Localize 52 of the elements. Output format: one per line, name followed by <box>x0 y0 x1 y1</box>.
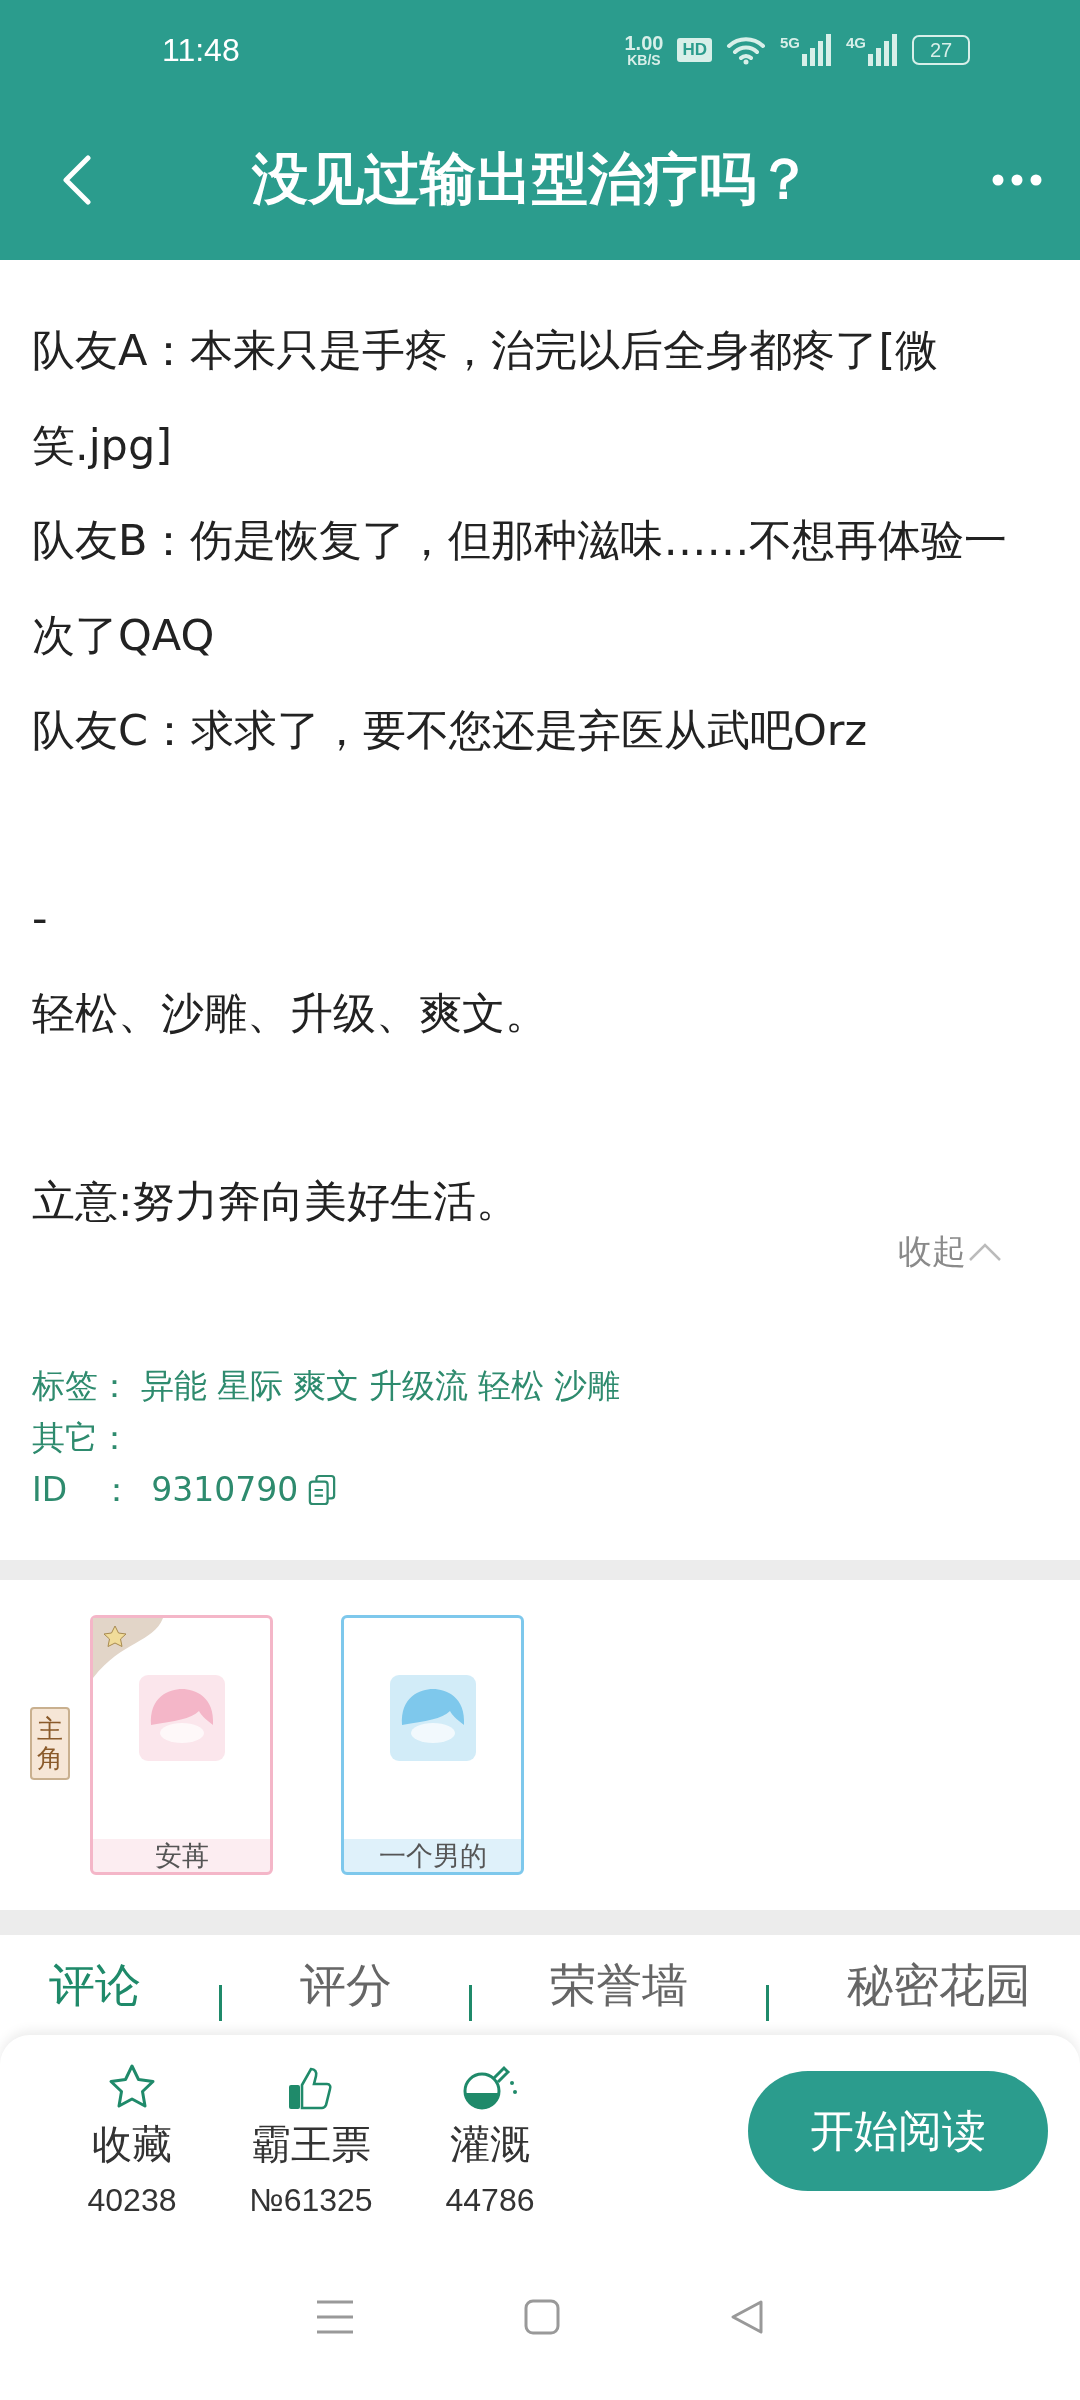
synopsis-paragraph: 立意:努力奔向美好生活。 <box>32 1175 521 1228</box>
tag-link[interactable]: 沙雕 <box>554 1363 620 1409</box>
character-name: 安苒 <box>93 1839 270 1872</box>
avatar-icon <box>389 1675 476 1761</box>
stat-label: 霸王票 <box>251 2120 371 2169</box>
more-icon[interactable] <box>992 174 1042 186</box>
other-label: 其它： <box>32 1417 131 1459</box>
network-label: 4G <box>846 34 866 51</box>
section-tab[interactable]: 评分 <box>299 1955 392 2017</box>
status-time: 11:48 <box>162 31 240 69</box>
book-title: 没见过输出型治疗吗？ <box>250 145 813 213</box>
synopsis-paragraph: - <box>32 892 49 945</box>
tag-link[interactable]: 星际 <box>217 1363 283 1409</box>
back-nav-icon[interactable] <box>729 2299 766 2335</box>
collapse-button[interactable]: 收起 <box>898 1229 1002 1275</box>
book-id: 9310790 <box>151 1469 299 1511</box>
section-tab[interactable]: 荣誉墙 <box>550 1955 689 2017</box>
tag-link[interactable]: 异能 <box>141 1363 207 1409</box>
tag-link[interactable]: 轻松 <box>478 1363 544 1409</box>
menu-icon[interactable] <box>314 2299 355 2335</box>
signal-icon <box>802 34 832 66</box>
battery-icon: 27 <box>912 35 970 65</box>
section-tab[interactable]: 评论 <box>48 1955 141 2017</box>
synopsis-paragraph: 队友C：求求了，要不您还是弃医从武吧Orz <box>32 704 869 757</box>
hd-badge: HD <box>677 38 712 62</box>
character-card[interactable]: 一个男的 <box>341 1615 524 1875</box>
stat-label: 收藏 <box>92 2120 172 2169</box>
tag-link[interactable]: 升级流 <box>369 1363 468 1409</box>
copy-icon[interactable] <box>308 1474 337 1506</box>
synopsis-paragraph: 队友B：伤是恢复了，但那种滋味……不想再体验一次了QAQ <box>32 514 1009 662</box>
start-reading-button[interactable]: 开始阅读 <box>748 2071 1048 2191</box>
tag-link[interactable]: 爽文 <box>293 1363 359 1409</box>
signal-icon <box>868 34 898 66</box>
role-badge: 主角 <box>30 1707 70 1781</box>
synopsis-paragraph: 轻松、沙雕、升级、爽文。 <box>32 987 549 1040</box>
stat-value: №61325 <box>249 2182 373 2219</box>
chevron-up-icon <box>968 1242 1002 1262</box>
network-label: 5G <box>779 34 800 51</box>
synopsis-paragraph: 队友A：本来只是手疼，治完以后全身都疼了[微笑.jpg] <box>32 324 940 472</box>
stat-label: 灌溉 <box>450 2120 530 2169</box>
tags-label: 标签： <box>32 1365 131 1407</box>
home-icon[interactable] <box>524 2299 560 2335</box>
wifi-icon <box>725 35 766 65</box>
character-name: 一个男的 <box>344 1839 521 1872</box>
back-icon[interactable] <box>62 155 92 205</box>
section-tab[interactable]: 秘密花园 <box>847 1955 1031 2017</box>
stat-value: 44786 <box>445 2182 535 2219</box>
character-card[interactable]: 安苒 <box>90 1615 273 1875</box>
stat-value: 40238 <box>87 2182 177 2219</box>
avatar-icon <box>138 1675 225 1761</box>
id-label: ID ： <box>32 1469 134 1511</box>
network-speed: 1.00 KB/S <box>624 33 664 67</box>
